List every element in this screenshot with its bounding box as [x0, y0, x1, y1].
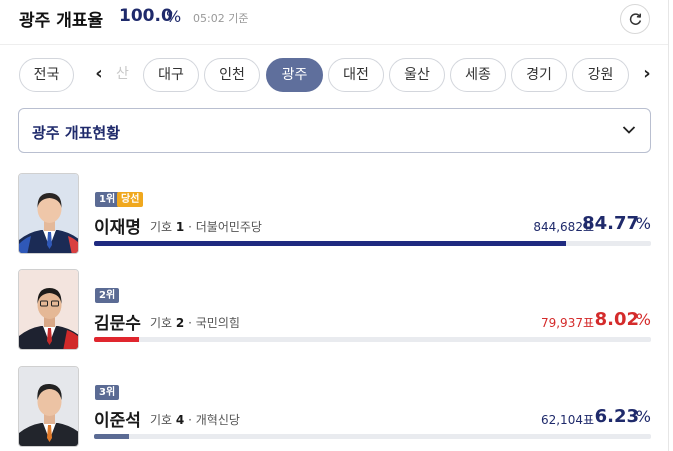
vote-percent-unit: %	[635, 407, 651, 426]
rank-badge: 2위	[95, 288, 120, 303]
candidate-row: 1위 당선 이재명 기호 1 · 더불어민주당 844,682표 84.77 %	[18, 173, 651, 255]
tab-gyeonggi[interactable]: 경기	[511, 58, 567, 92]
right-divider	[668, 0, 669, 451]
header: 광주 개표율 100.0 % 05:02 기준	[0, 0, 668, 40]
vote-bar-fill	[94, 434, 129, 439]
candidate-photo	[18, 269, 79, 350]
candidate-info: 기호 1 · 더불어민주당	[150, 220, 262, 234]
update-time: 05:02 기준	[193, 12, 249, 25]
count-rate-unit: %	[166, 7, 182, 26]
candidate-row: 3위 이준석 기호 4 · 개혁신당 62,104표 6.23 %	[18, 366, 651, 448]
page-title: 광주 개표율	[19, 11, 104, 31]
vote-percent-unit: %	[635, 214, 651, 233]
vote-bar	[94, 241, 651, 246]
candidate-name: 이재명	[94, 218, 141, 238]
vote-count: 62,104표	[540, 413, 594, 427]
tab-incheon[interactable]: 인천	[204, 58, 260, 92]
tab-ulsan[interactable]: 울산	[389, 58, 445, 92]
candidate-name: 이준석	[94, 411, 141, 431]
refresh-button[interactable]	[620, 4, 650, 34]
elected-badge: 당선	[117, 192, 144, 207]
candidate-info: 기호 2 · 국민의힘	[150, 316, 240, 330]
tab-daejeon[interactable]: 대전	[328, 58, 384, 92]
region-select-label: 광주 개표현황	[32, 124, 121, 142]
rank-badge: 1위	[95, 192, 120, 207]
vote-bar-fill	[94, 337, 139, 342]
region-select[interactable]: 광주 개표현황	[18, 108, 651, 153]
vote-bar	[94, 434, 651, 439]
candidate-row: 2위 김문수 기호 2 · 국민의힘 79,937표 8.02 %	[18, 269, 651, 351]
chevron-down-icon	[622, 126, 636, 134]
refresh-icon	[629, 13, 642, 25]
vote-percent: 6.23	[594, 406, 639, 427]
candidate-info: 기호 4 · 개혁신당	[150, 413, 240, 427]
tab-daegu[interactable]: 대구	[143, 58, 199, 92]
candidate-name: 김문수	[94, 314, 141, 334]
rank-badge: 3위	[95, 385, 120, 400]
candidate-photo	[18, 173, 79, 254]
vote-percent: 84.77	[582, 213, 639, 234]
vote-bar	[94, 337, 651, 342]
tab-sejong[interactable]: 세종	[450, 58, 506, 92]
vote-count: 79,937표	[540, 316, 594, 330]
tab-busan-partial[interactable]: 산	[106, 58, 136, 92]
vote-bar-fill	[94, 241, 567, 246]
tab-gangwon[interactable]: 강원	[572, 58, 629, 92]
vote-percent: 8.02	[594, 309, 639, 330]
count-rate: 100.0	[119, 6, 173, 26]
chevron-right-icon[interactable]: ›	[636, 64, 658, 86]
tab-national[interactable]: 전국	[19, 58, 74, 92]
candidate-photo	[18, 366, 79, 447]
header-divider	[0, 44, 668, 45]
tab-gwangju[interactable]: 광주	[266, 58, 323, 92]
vote-percent-unit: %	[635, 310, 651, 329]
